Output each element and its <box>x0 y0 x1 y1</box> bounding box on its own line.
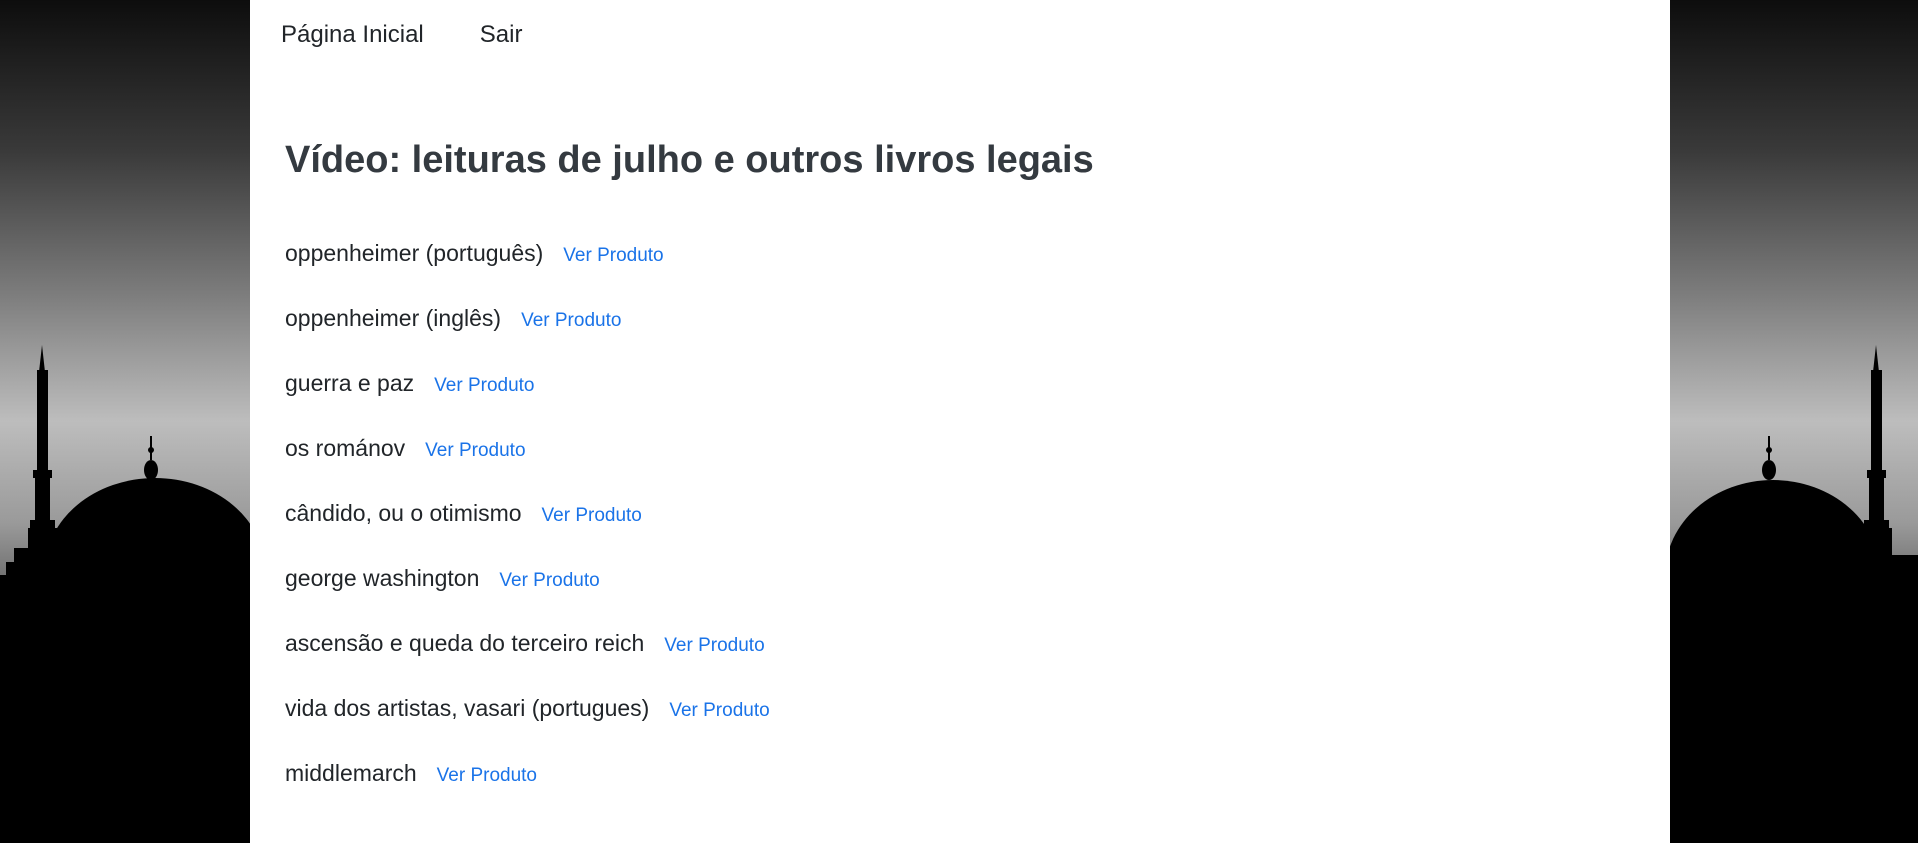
list-item: vida dos artistas, vasari (portugues) Ve… <box>285 693 770 758</box>
nav-home-link[interactable]: Página Inicial <box>281 20 424 50</box>
list-item: os románov Ver Produto <box>285 433 770 498</box>
view-product-link[interactable]: Ver Produto <box>664 631 764 661</box>
book-title: oppenheimer (inglês) <box>285 305 502 331</box>
book-title: cândido, ou o otimismo <box>285 500 522 526</box>
page-title: Vídeo: leituras de julho e outros livros… <box>285 139 1094 181</box>
background-left <box>0 0 250 843</box>
view-product-link[interactable]: Ver Produto <box>437 761 537 791</box>
list-item: middlemarch Ver Produto <box>285 758 770 823</box>
mosque-silhouette-icon <box>0 0 250 843</box>
view-product-link[interactable]: Ver Produto <box>542 501 642 531</box>
view-product-link[interactable]: Ver Produto <box>434 371 534 401</box>
book-title: oppenheimer (português) <box>285 240 544 266</box>
view-product-link[interactable]: Ver Produto <box>669 696 769 726</box>
main-content: Página Inicial Sair Vídeo: leituras de j… <box>250 0 1670 843</box>
book-title: middlemarch <box>285 760 417 786</box>
view-product-link[interactable]: Ver Produto <box>499 566 599 596</box>
list-item: cândido, ou o otimismo Ver Produto <box>285 498 770 563</box>
list-item: oppenheimer (português) Ver Produto <box>285 238 770 303</box>
book-list: oppenheimer (português) Ver Produto oppe… <box>285 238 770 823</box>
book-title: vida dos artistas, vasari (portugues) <box>285 695 650 721</box>
nav-logout-link[interactable]: Sair <box>480 20 523 50</box>
book-title: ascensão e queda do terceiro reich <box>285 630 645 656</box>
mosque-silhouette-icon <box>1668 0 1918 843</box>
book-title: guerra e paz <box>285 370 415 396</box>
book-title: os románov <box>285 435 406 461</box>
list-item: oppenheimer (inglês) Ver Produto <box>285 303 770 368</box>
background-right <box>1668 0 1918 843</box>
view-product-link[interactable]: Ver Produto <box>521 306 621 336</box>
view-product-link[interactable]: Ver Produto <box>425 436 525 466</box>
top-nav: Página Inicial Sair <box>281 20 522 50</box>
book-title: george washington <box>285 565 480 591</box>
list-item: george washington Ver Produto <box>285 563 770 628</box>
list-item: ascensão e queda do terceiro reich Ver P… <box>285 628 770 693</box>
view-product-link[interactable]: Ver Produto <box>563 241 663 271</box>
list-item: guerra e paz Ver Produto <box>285 368 770 433</box>
